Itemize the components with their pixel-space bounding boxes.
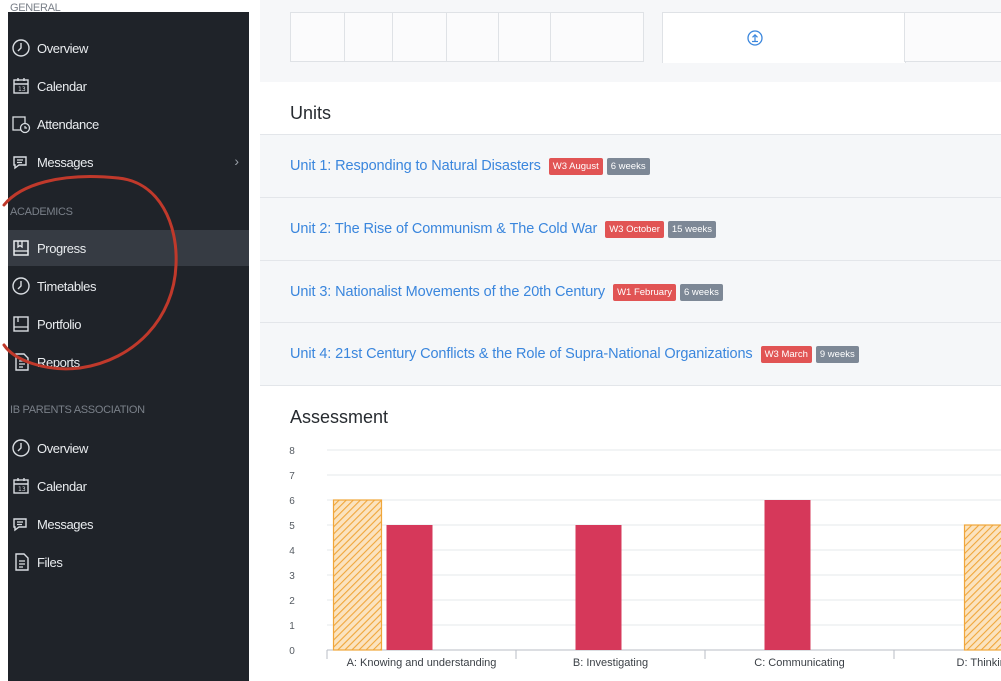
annotation-circle <box>2 175 178 371</box>
